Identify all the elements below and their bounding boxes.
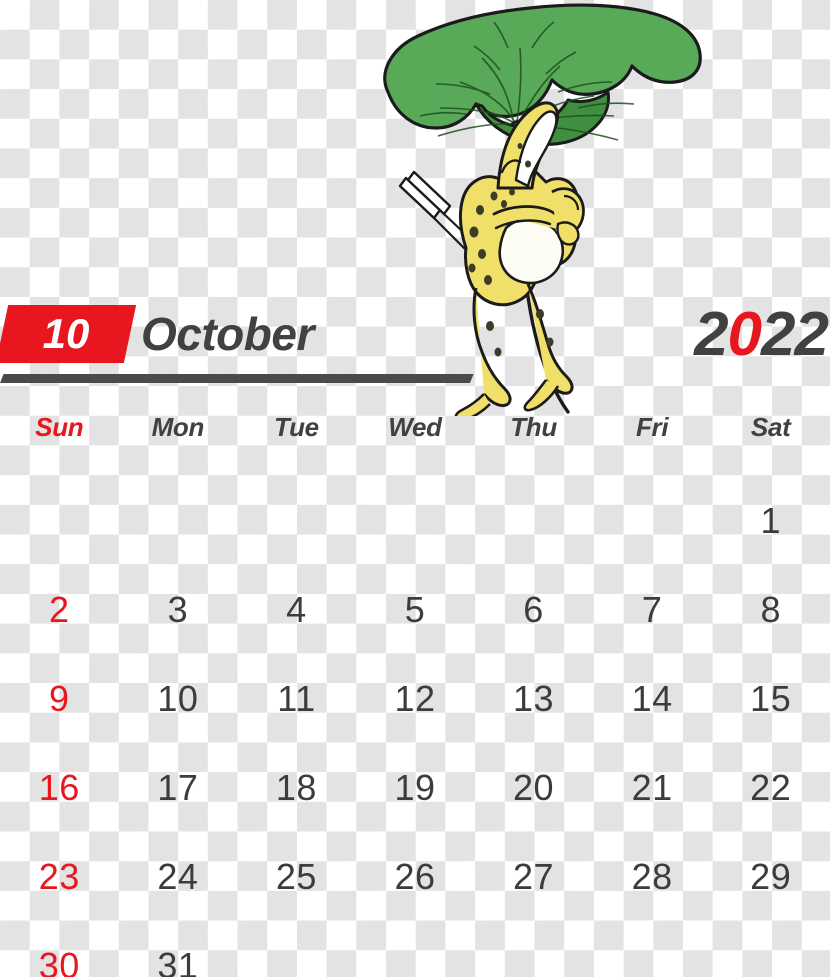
day-cell[interactable] xyxy=(237,476,356,565)
year-label: 2022 xyxy=(694,300,829,369)
day-cell[interactable]: 11 xyxy=(237,654,356,743)
weekday-tue: Tue xyxy=(273,412,319,442)
day-cell[interactable]: 4 xyxy=(237,565,356,654)
day-cell[interactable]: 30 xyxy=(0,921,119,977)
day-cell[interactable]: 7 xyxy=(593,565,712,654)
arrow-bundle-icon xyxy=(398,170,481,259)
day-cell[interactable]: 3 xyxy=(119,565,238,654)
day-cell[interactable]: 5 xyxy=(356,565,475,654)
day-cell[interactable]: 14 xyxy=(593,654,712,743)
day-cell[interactable] xyxy=(237,921,356,977)
day-cell[interactable]: 25 xyxy=(237,832,356,921)
date-grid: 1 2 3 4 5 6 7 8 9 10 11 12 13 14 15 16 1… xyxy=(0,476,830,977)
day-cell[interactable]: 9 xyxy=(0,654,119,743)
year-suffix: 22 xyxy=(761,300,829,369)
day-cell[interactable]: 2 xyxy=(0,565,119,654)
day-cell[interactable]: 29 xyxy=(711,832,830,921)
weekday-header-row: Sun Mon Tue Wed Thu Fri Sat xyxy=(0,404,830,450)
day-cell[interactable] xyxy=(356,476,475,565)
weekday-thu: Thu xyxy=(510,412,557,442)
day-cell[interactable]: 21 xyxy=(593,743,712,832)
day-cell[interactable]: 23 xyxy=(0,832,119,921)
day-cell[interactable]: 20 xyxy=(474,743,593,832)
year-highlight-digit: 0 xyxy=(727,300,762,369)
day-cell[interactable]: 12 xyxy=(356,654,475,743)
day-cell[interactable]: 24 xyxy=(119,832,238,921)
month-name: October xyxy=(141,308,314,360)
day-cell[interactable]: 31 xyxy=(119,921,238,977)
day-cell[interactable] xyxy=(356,921,475,977)
day-cell[interactable]: 13 xyxy=(474,654,593,743)
month-number: 10 xyxy=(42,310,90,357)
day-cell[interactable] xyxy=(474,476,593,565)
calendar-title-block: 10 October 2022 xyxy=(0,302,830,394)
weekday-mon: Mon xyxy=(151,412,205,442)
day-cell[interactable] xyxy=(474,921,593,977)
calendar-page: 10 October 2022 Sun Mon Tue Wed Thu Fri … xyxy=(0,0,830,977)
day-cell[interactable]: 1 xyxy=(711,476,830,565)
day-cell[interactable] xyxy=(593,476,712,565)
day-cell[interactable]: 6 xyxy=(474,565,593,654)
title-divider xyxy=(0,374,474,383)
weekday-fri: Fri xyxy=(635,412,669,442)
day-cell[interactable]: 18 xyxy=(237,743,356,832)
weekday-sun: Sun xyxy=(35,412,84,442)
day-cell[interactable] xyxy=(0,476,119,565)
day-cell[interactable]: 22 xyxy=(711,743,830,832)
day-cell[interactable]: 10 xyxy=(119,654,238,743)
year-prefix: 2 xyxy=(694,300,728,369)
lotus-leaf-icon xyxy=(383,3,702,146)
day-cell[interactable]: 28 xyxy=(593,832,712,921)
weekday-sat: Sat xyxy=(750,412,791,442)
day-cell[interactable] xyxy=(711,921,830,977)
day-cell[interactable]: 26 xyxy=(356,832,475,921)
day-cell[interactable]: 8 xyxy=(711,565,830,654)
day-cell[interactable]: 19 xyxy=(356,743,475,832)
month-number-badge: 10 xyxy=(0,305,137,363)
day-cell[interactable]: 27 xyxy=(474,832,593,921)
weekday-wed: Wed xyxy=(388,412,442,442)
day-cell[interactable]: 17 xyxy=(119,743,238,832)
day-cell[interactable]: 16 xyxy=(0,743,119,832)
day-cell[interactable] xyxy=(593,921,712,977)
day-cell[interactable]: 15 xyxy=(711,654,830,743)
day-cell[interactable] xyxy=(119,476,238,565)
